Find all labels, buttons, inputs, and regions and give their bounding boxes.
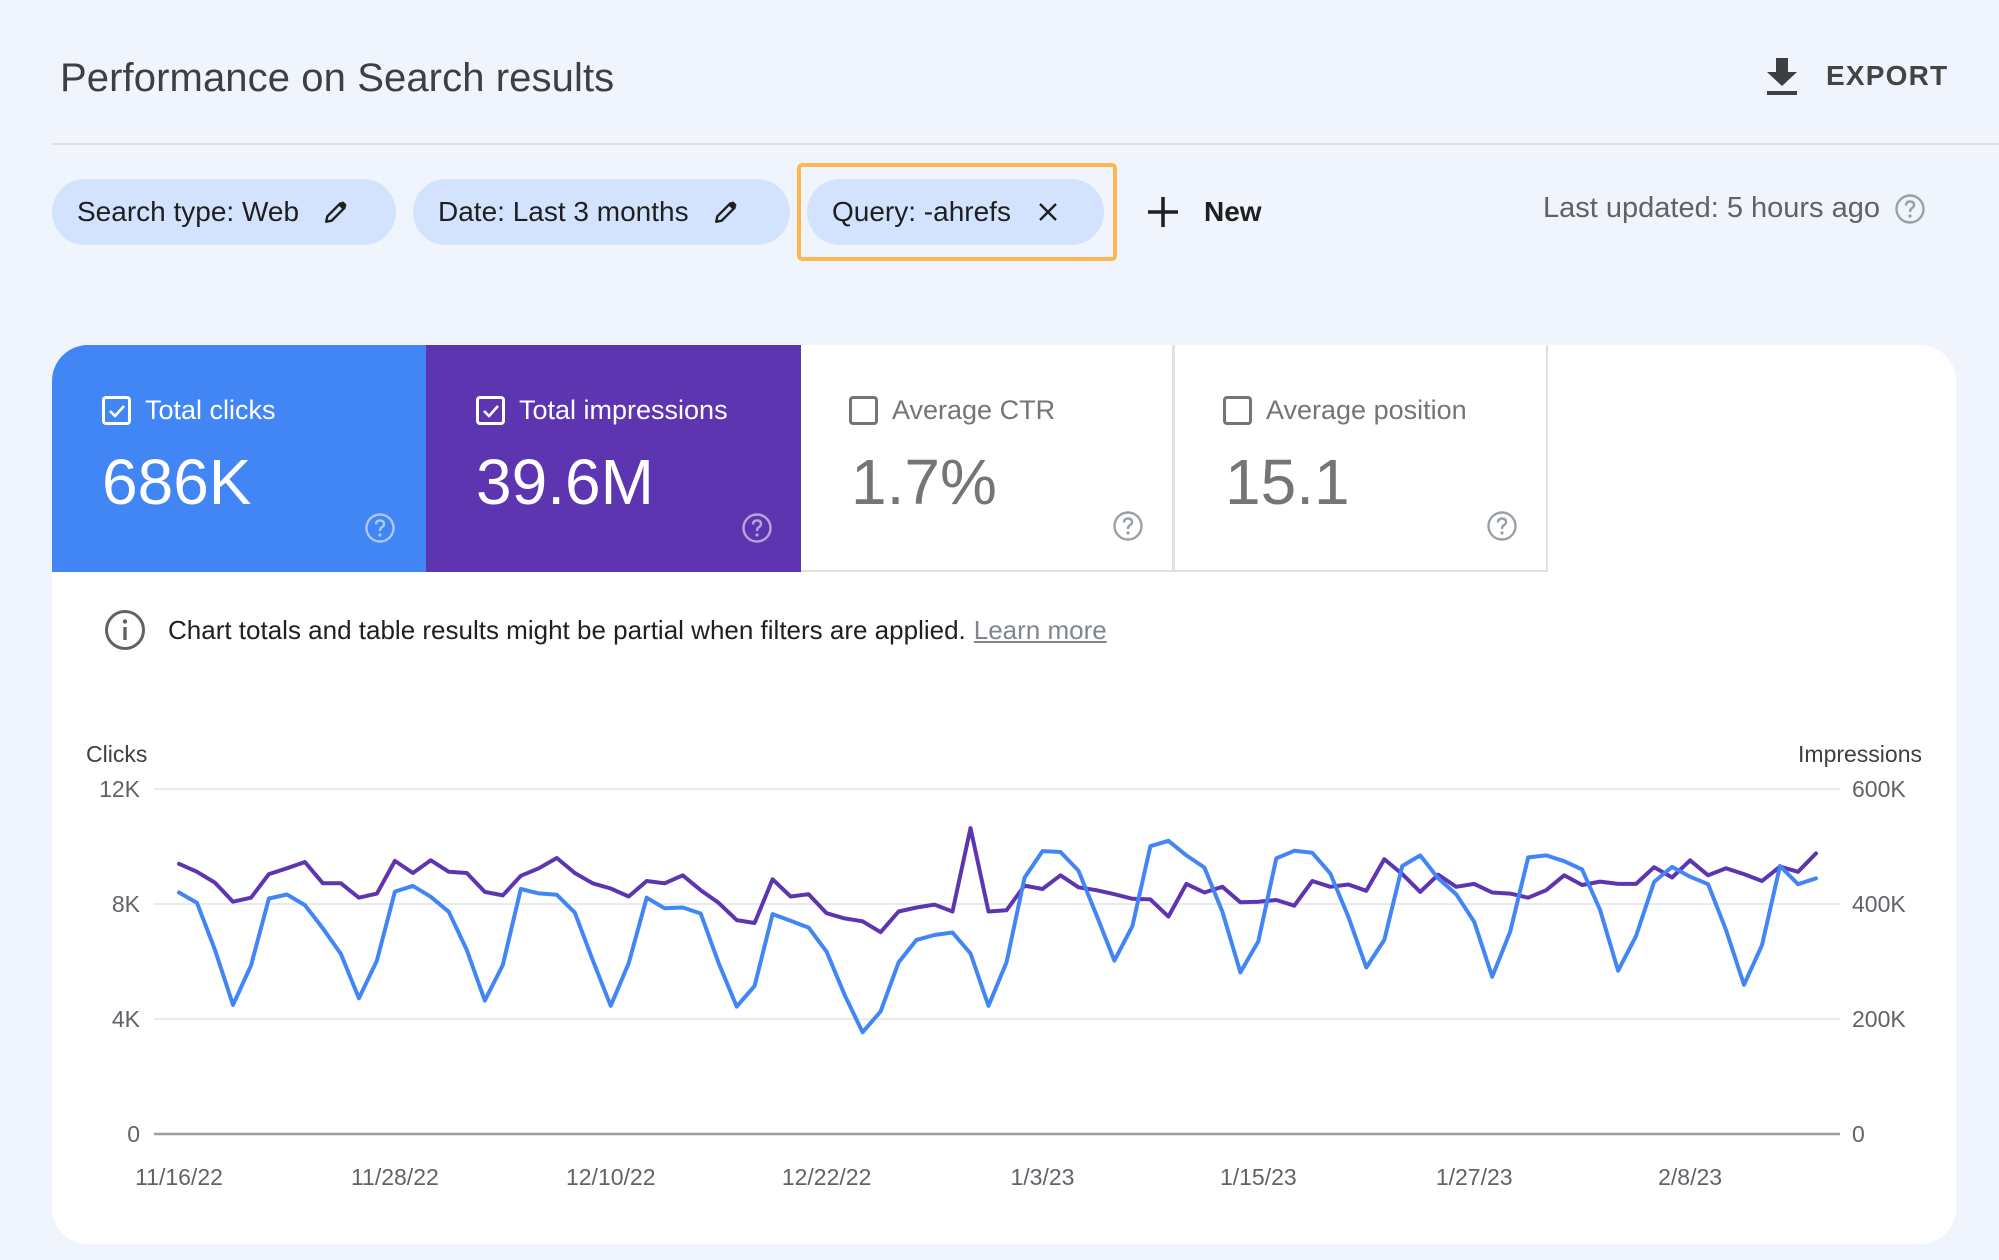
series-line-clicks — [177, 838, 1818, 1035]
right-axis-ticks: 0 200K 400K 600K — [1852, 776, 1906, 1147]
filter-chip-query[interactable]: Query: -ahrefs — [807, 179, 1104, 245]
left-axis-tick-label: 12K — [99, 776, 141, 802]
performance-chart: Clicks Impressions 0 4K 8K 12K 0 200K 400K 600… — [86, 741, 1922, 1190]
series-line-impressions — [177, 826, 1818, 935]
chip-label: Date: Last 3 months — [438, 196, 689, 227]
chip-label: Search type: Web — [77, 196, 300, 227]
close-icon[interactable] — [1035, 199, 1061, 225]
x-axis-tick-label: 12/10/22 — [566, 1164, 656, 1190]
x-axis-tick-label: 11/16/22 — [135, 1164, 223, 1190]
x-axis-tick-label: 1/15/23 — [1220, 1164, 1297, 1190]
export-label: EXPORT — [1826, 60, 1949, 91]
left-axis-tick-label: 4K — [112, 1006, 141, 1032]
header-divider — [52, 143, 1999, 145]
right-axis-tick-label: 200K — [1852, 1006, 1906, 1032]
last-updated-text: Last updated: 5 hours ago — [1543, 192, 1880, 224]
right-axis-title: Impressions — [1798, 741, 1922, 767]
grid-lines — [154, 788, 1840, 1136]
x-axis-ticks: 11/16/22 11/28/22 12/10/22 12/22/22 1/3/23 1/… — [135, 1164, 1722, 1190]
export-button[interactable]: EXPORT — [1764, 54, 1948, 98]
right-axis-tick-label: 0 — [1852, 1121, 1865, 1147]
filter-chip-search-type[interactable]: Search type: Web — [52, 179, 396, 245]
left-axis-ticks: 0 4K 8K 12K — [99, 776, 141, 1147]
x-axis-tick-label: 1/3/23 — [1010, 1164, 1074, 1190]
last-updated: Last updated: 5 hours ago — [1543, 192, 1926, 225]
filter-chip-date[interactable]: Date: Last 3 months — [413, 179, 790, 245]
left-axis-title: Clicks — [86, 741, 147, 767]
new-filter-button[interactable]: New — [1144, 188, 1262, 236]
pencil-icon[interactable] — [713, 199, 739, 225]
pencil-icon[interactable] — [323, 199, 349, 225]
left-axis-tick-label: 8K — [112, 891, 141, 917]
left-axis-tick-label: 0 — [127, 1121, 140, 1147]
help-icon[interactable] — [1894, 193, 1926, 225]
new-filter-label: New — [1204, 196, 1262, 227]
x-axis-tick-label: 11/28/22 — [351, 1164, 439, 1190]
right-axis-tick-label: 600K — [1852, 776, 1906, 802]
download-icon — [1767, 58, 1797, 95]
right-axis-tick-label: 400K — [1852, 891, 1906, 917]
performance-card: Total clicks 686K Total impressions 39.6… — [52, 345, 1956, 1244]
chip-label: Query: -ahrefs — [832, 196, 1011, 227]
series-lines — [177, 826, 1818, 1035]
page-title: Performance on Search results — [60, 56, 615, 100]
x-axis-tick-label: 12/22/22 — [782, 1164, 872, 1190]
x-axis-tick-label: 2/8/23 — [1658, 1164, 1722, 1190]
x-axis-tick-label: 1/27/23 — [1436, 1164, 1513, 1190]
plus-icon — [1148, 197, 1178, 227]
